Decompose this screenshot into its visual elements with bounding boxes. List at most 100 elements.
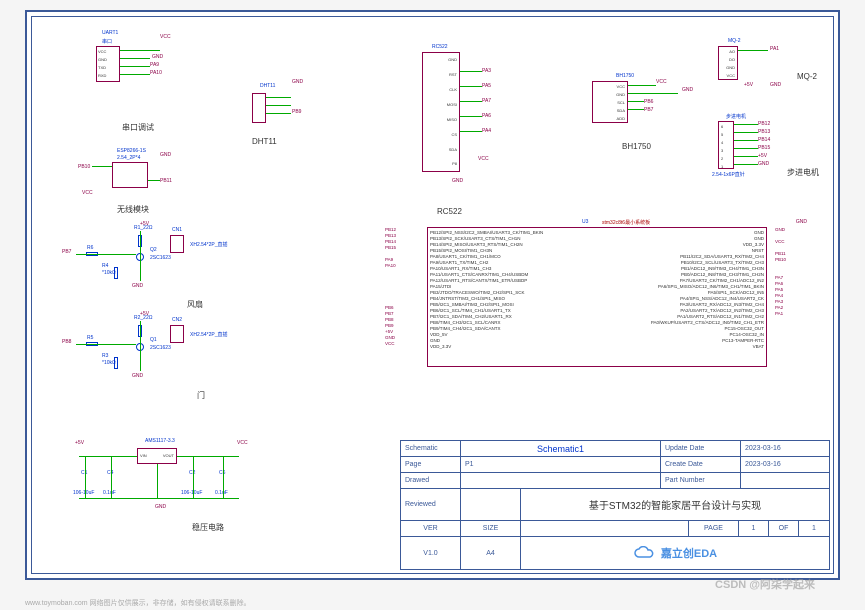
bh1750-block: BH1750 VCC GND SCL SDA ADD VCC GND PB6 P… — [582, 77, 712, 137]
gnd: GND — [160, 152, 171, 158]
5v: +5V — [758, 153, 767, 159]
net-pb10: PB10 — [78, 164, 90, 170]
mcu-right-nets: GNDVCCPB11PB10PA7PA6PA5PA4PA3PA2PA1 — [775, 227, 786, 347]
ver-label: VER — [401, 521, 461, 536]
net: PB7 — [644, 107, 653, 113]
wire — [85, 456, 86, 498]
gnd: GND — [452, 178, 463, 184]
gnd: GND — [796, 219, 807, 225]
r4: R4 — [102, 263, 108, 269]
of-num: 1 — [799, 521, 829, 536]
wire — [628, 93, 678, 94]
r3v: *10kΩ — [102, 360, 116, 366]
wire — [734, 132, 758, 133]
project-title: 基于STM32的智能家居平台设计与实现 — [521, 489, 829, 520]
wire — [738, 50, 768, 51]
net: PA4 — [482, 128, 491, 134]
net-pb7: PB7 — [62, 249, 71, 255]
conn-type: XH2.54*2P_直插 — [190, 331, 228, 338]
wire — [460, 116, 482, 117]
q1: Q1 — [150, 337, 157, 343]
eda-logo: 嘉立创EDA — [521, 537, 829, 569]
fan-block: PB7 R6 R1_22Ω CN1 XH2.54*2P_直插 Q2 2SC162… — [62, 227, 242, 302]
rc522-title: RC522 — [437, 207, 462, 216]
conn-type: XH2.54*2P_直插 — [190, 241, 228, 248]
mq-title: MQ-2 — [797, 72, 817, 81]
wire — [628, 101, 644, 102]
gnd: GND — [292, 79, 303, 85]
wire — [460, 71, 482, 72]
title-block: Schematic Schematic1 Update Date 2023-03… — [400, 440, 830, 570]
mq-ref: MQ-2 — [728, 38, 741, 44]
wire — [460, 86, 482, 87]
net: PA1 — [770, 46, 779, 52]
5v: +5V — [140, 221, 149, 227]
mq2-conn: AO DO GND VCC — [718, 46, 738, 80]
wire — [460, 101, 482, 102]
dht11-conn — [252, 93, 266, 123]
reviewed-value — [461, 489, 521, 520]
gnd: GND — [758, 161, 769, 167]
dht11-block: DHT11 GND PB9 — [232, 87, 322, 137]
wire — [120, 66, 150, 67]
wire — [734, 164, 758, 165]
cn2-conn — [170, 325, 184, 343]
update-value: 2023-03-16 — [741, 441, 829, 456]
r3: R3 — [102, 353, 108, 359]
wire — [76, 254, 136, 255]
drawed-value — [461, 473, 661, 488]
wire — [120, 58, 150, 59]
uart-ref: UART1 — [102, 30, 118, 36]
wire — [266, 105, 291, 106]
wire — [140, 321, 141, 371]
gnd: GND — [770, 82, 781, 88]
c4v: 0.1uF — [103, 490, 116, 496]
mcu-ref: U3 — [582, 219, 588, 225]
wire — [628, 109, 644, 110]
c1v: 106-10uF — [73, 490, 94, 496]
q1-type: 2SC1623 — [150, 345, 171, 351]
door-title: 门 — [197, 390, 205, 401]
page-label: Page — [401, 457, 461, 472]
net-pb9: PB9 — [292, 109, 301, 115]
wire — [460, 131, 482, 132]
size-label: SIZE — [461, 521, 521, 536]
wifi-block: ESP8266-1S 2.54_2P*4 GND VCC PB10 PB11 — [72, 152, 192, 202]
net: PA3 — [482, 68, 491, 74]
rc522-block: RC522 GND RST CLK MOSI MISO CS SDA P8 PA… — [422, 50, 542, 190]
vcc: VCC — [82, 190, 93, 196]
create-label: Create Date — [661, 457, 741, 472]
spacer — [521, 521, 689, 536]
bh1750-conn: VCC GND SCL SDA ADD — [592, 81, 628, 123]
mcu-ic: PB12/SPI2_NSS/I2C2_SMBAI/USART3_CK/TIM1_… — [427, 227, 767, 367]
page-num: 1 — [739, 521, 769, 536]
csdn-watermark: CSDN @阿柒学起来 — [715, 576, 815, 592]
fan-title: 风扇 — [187, 299, 203, 310]
ver-value: V1.0 — [401, 537, 461, 569]
cn2: CN2 — [172, 317, 182, 323]
wifi-conn — [112, 162, 148, 188]
mcu-sub: stm32c8t6最小系统板 — [602, 219, 650, 226]
dht11-title: DHT11 — [252, 137, 277, 146]
step-sub: 2.54-1x6P直针 — [712, 171, 745, 178]
watermark: www.toymoban.com 网络图片仅供展示，非存储，如有侵权请联系删除。 — [25, 598, 251, 608]
bh-ref: BH1750 — [616, 73, 634, 79]
net: PB13 — [758, 129, 770, 135]
gnd: GND — [132, 283, 143, 289]
vreg-ref: AMS1117-3.3 — [145, 438, 175, 444]
uart-conn: VCC GND TXD RXD — [96, 46, 120, 82]
mcu-right-pins: GNDGNDVDD_3.3VNRSTPB11/I2C2_SDA/USART3_R… — [651, 230, 764, 350]
uart-block: UART1 串口 VCC GND TXD RXD VCC GND PA9 PA1… — [82, 32, 182, 112]
uart-title: 串口调试 — [122, 122, 154, 133]
wire — [76, 344, 136, 345]
net: PA5 — [482, 83, 491, 89]
net-pb11: PB11 — [160, 178, 172, 184]
net: PB12 — [758, 121, 770, 127]
r6: R6 — [87, 245, 93, 251]
reviewed-label: Reviewed — [401, 489, 461, 520]
net: PB6 — [644, 99, 653, 105]
gnd: GND — [132, 373, 143, 379]
net: PB15 — [758, 145, 770, 151]
cn1-conn — [170, 235, 184, 253]
wire — [734, 148, 758, 149]
